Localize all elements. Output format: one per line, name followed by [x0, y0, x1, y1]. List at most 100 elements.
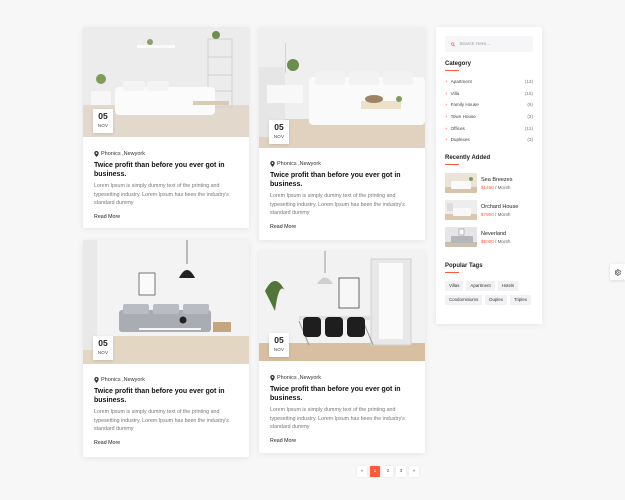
tag-cloud: Villas Apartment Hotels Condominiums Dup…: [445, 280, 533, 305]
date-badge: 05 NOV: [93, 336, 113, 360]
recent-price: $7900: [481, 211, 494, 217]
post-title[interactable]: Twice profit than before you ever got in…: [270, 385, 414, 403]
blog-page: 05 NOV Phonics ,Newyork Twice profit tha…: [0, 0, 625, 500]
read-more-link[interactable]: Read More: [94, 440, 238, 446]
heading-underline: [445, 163, 459, 165]
next-page-button[interactable]: »: [409, 466, 419, 477]
tag-item[interactable]: Triplex: [509, 294, 531, 305]
category-name: Villa: [445, 91, 460, 96]
tags-heading: Popular Tags: [445, 262, 483, 269]
post-location: Phonics ,Newyork: [270, 159, 414, 169]
recent-thumb[interactable]: [445, 227, 477, 248]
map-pin-icon: [270, 161, 275, 167]
page-button-3[interactable]: 3: [396, 466, 406, 477]
post-excerpt: Lorem Ipsum is simply dummy text of the …: [94, 183, 229, 206]
gear-icon[interactable]: [614, 268, 621, 276]
prev-page-button[interactable]: «: [357, 466, 367, 477]
post-location: Phonics ,Newyork: [94, 149, 238, 159]
search-input[interactable]: [459, 41, 527, 47]
category-item[interactable]: Villa (16): [445, 88, 533, 100]
category-item[interactable]: Duplexes (3): [445, 134, 533, 146]
post-title[interactable]: Twice profit than before you ever got in…: [270, 171, 414, 189]
location-text: Phonics ,Newyork: [277, 161, 322, 167]
category-count: (3): [527, 114, 533, 120]
post-image[interactable]: 05 NOV: [83, 240, 249, 364]
post-title[interactable]: Twice profit than before you ever got in…: [94, 161, 238, 179]
category-item[interactable]: Family House (8): [445, 99, 533, 111]
category-count: (16): [524, 90, 533, 96]
recent-thumb[interactable]: [445, 173, 477, 194]
tag-item[interactable]: Apartment: [466, 280, 495, 291]
recent-price: $1460: [481, 184, 494, 190]
recent-period: / Month: [493, 184, 511, 190]
post-excerpt: Lorem Ipsum is simply dummy text of the …: [270, 407, 405, 430]
category-count: (13): [524, 79, 533, 85]
recent-list: Sea Breezes $1460 / Month Orchard House $7…: [445, 170, 533, 251]
recent-heading: Recently Added: [445, 154, 491, 161]
map-pin-icon: [94, 377, 99, 383]
date-day: 05: [98, 111, 108, 121]
search-box[interactable]: [445, 36, 533, 52]
heading-underline: [445, 271, 459, 273]
post-image[interactable]: 05 NOV: [259, 251, 425, 361]
category-name: Family House: [445, 102, 479, 107]
read-more-link[interactable]: Read More: [270, 224, 414, 230]
recent-item[interactable]: Sea Breezes $1460 / Month: [445, 170, 533, 197]
category-item[interactable]: Apartment (13): [445, 76, 533, 88]
date-badge: 05 NOV: [93, 109, 113, 133]
post-title[interactable]: Twice profit than before you ever got in…: [94, 387, 238, 405]
location-text: Phonics ,Newyork: [101, 151, 146, 157]
read-more-link[interactable]: Read More: [94, 214, 238, 220]
post-excerpt: Lorem Ipsum is simply dummy text of the …: [270, 193, 405, 216]
category-name: Offices: [445, 126, 465, 131]
recent-thumb[interactable]: [445, 200, 477, 221]
category-heading: Category: [445, 61, 472, 67]
category-list: Apartment(13) Villa(16) Family House(8) …: [445, 76, 533, 146]
date-badge: 05 NOV: [269, 333, 289, 357]
blog-card: 05 NOV Phonics ,Newyork Twice profit tha…: [83, 27, 249, 228]
post-location: Phonics ,Newyork: [94, 375, 238, 385]
recent-name[interactable]: Orchard House: [481, 203, 518, 211]
category-count: (12): [524, 125, 533, 131]
date-month: NOV: [97, 123, 109, 128]
page-button-2[interactable]: 2: [383, 466, 393, 477]
blog-card: 05 NOV Phonics ,Newyork Twice profit tha…: [259, 251, 425, 453]
recent-name[interactable]: Sea Breezes: [481, 176, 513, 184]
category-item[interactable]: Offices (12): [445, 122, 533, 134]
category-name: Duplexes: [445, 137, 470, 142]
tag-item[interactable]: Hotels: [497, 280, 519, 291]
post-image[interactable]: 05 NOV: [83, 27, 249, 137]
date-day: 05: [98, 338, 108, 348]
read-more-link[interactable]: Read More: [270, 438, 414, 444]
category-count: (3): [527, 137, 533, 143]
category-name: Town House: [445, 114, 476, 119]
post-location: Phonics ,Newyork: [270, 373, 414, 383]
heading-underline: [445, 70, 459, 71]
date-day: 05: [274, 335, 284, 345]
recent-period: / Month: [493, 238, 511, 244]
category-item[interactable]: Town House (3): [445, 111, 533, 123]
recent-price: $5000: [481, 238, 494, 244]
recent-name[interactable]: Neverland: [481, 230, 510, 238]
map-pin-icon: [270, 375, 275, 381]
location-text: Phonics ,Newyork: [277, 375, 322, 381]
date-badge: 05 NOV: [269, 120, 289, 144]
date-month: NOV: [273, 347, 285, 352]
blog-card: 05 NOV Phonics ,Newyork Twice profit tha…: [83, 240, 249, 457]
recent-item[interactable]: Neverland $5000 / Month: [445, 224, 533, 251]
tag-item[interactable]: Villas: [445, 280, 464, 291]
tag-item[interactable]: Condominiums: [445, 294, 483, 305]
search-icon[interactable]: [451, 42, 456, 47]
date-day: 05: [274, 122, 284, 132]
settings-toggle[interactable]: [610, 264, 625, 280]
page-button-1[interactable]: 1: [370, 466, 380, 477]
recent-item[interactable]: Orchard House $7900 / Month: [445, 197, 533, 224]
date-month: NOV: [97, 350, 109, 355]
blog-card: 05 NOV Phonics ,Newyork Twice profit tha…: [259, 27, 425, 240]
post-image[interactable]: 05 NOV: [259, 27, 425, 148]
category-name: Apartment: [445, 79, 472, 84]
tag-item[interactable]: Duplex: [485, 294, 507, 305]
post-excerpt: Lorem Ipsum is simply dummy text of the …: [94, 409, 229, 432]
date-month: NOV: [273, 134, 285, 139]
category-count: (8): [527, 102, 533, 108]
